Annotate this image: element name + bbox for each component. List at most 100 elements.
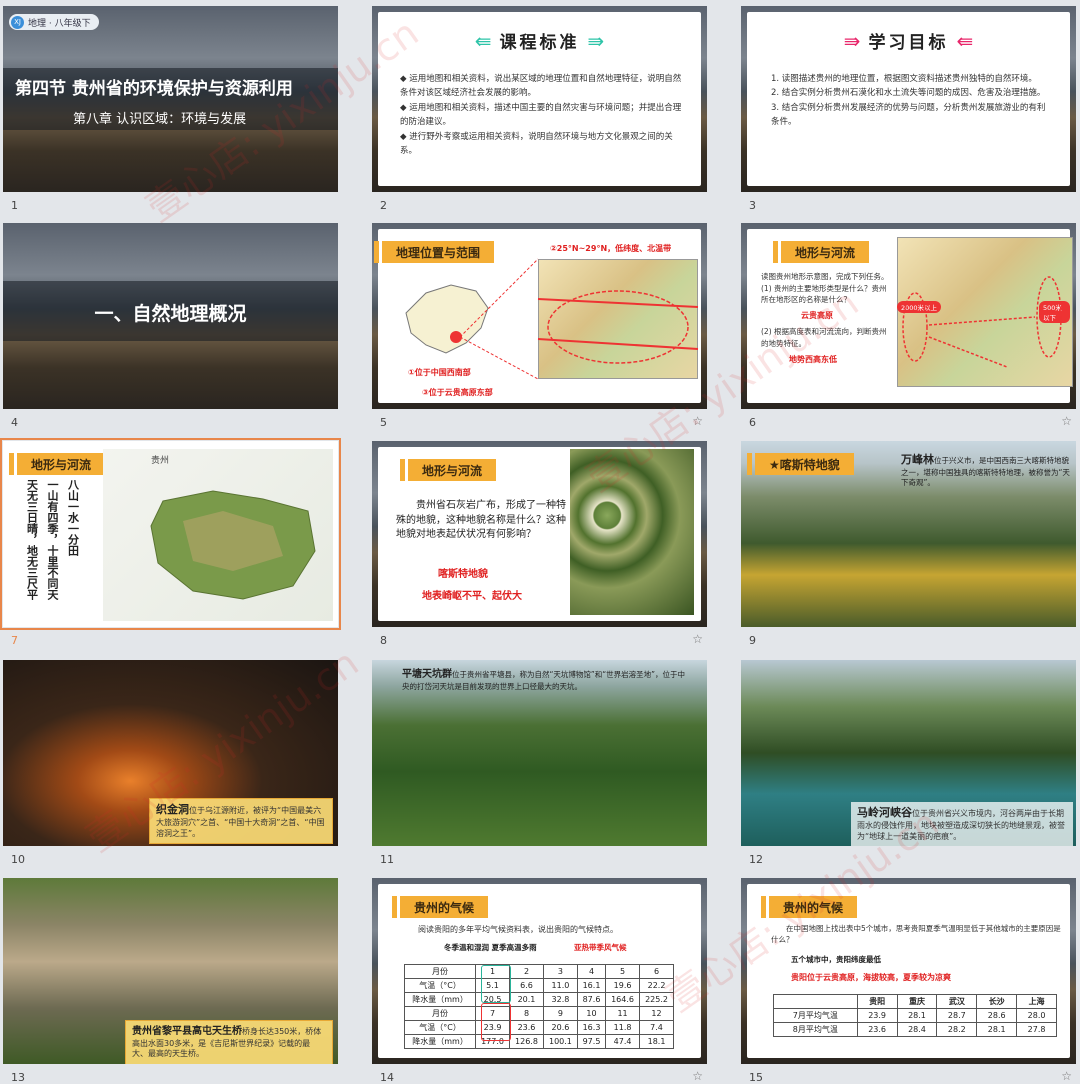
prompt-text: 在中国地图上找出表中5个城市，思考贵阳夏季气温明显低于其他城市的主要原因是什么？ [771,924,1061,944]
caption-title: 织金洞 [156,803,189,816]
slide-number: 7 [11,634,18,647]
table-row: 月份 7 8 9 10 11 12 [403,1006,674,1021]
slide-card: 地形与河流 贵州省石灰岩广布，形成了一种特殊的地貌，这种地貌名称是什么？这种地貌… [378,447,701,621]
table-row: 贵阳 重庆 武汉 长沙 上海 [773,994,1057,1009]
slide-subtitle: 第八章 认识区域：环境与发展 [73,112,247,127]
course-label: 地理 · 八年级下 [28,18,91,29]
section-tab: 地形与河流 [772,241,870,263]
objectives-list: 1. 读图描述贵州的地理位置，根据图文资料描述贵州独特的自然环境。 2. 结合实… [771,72,1047,130]
table-row: 气温（°C） 23.9 23.6 20.6 16.3 11.8 7.4 [403,1020,674,1035]
slide-card: 贵州的气候 阅读贵阳的多年平均气候资料表，说出贵阳的气候特点。 冬季温和湿润 夏… [378,884,701,1058]
standards-list: ◆ 运用地图和相关资料，说出某区域的地理位置和自然地理特征，说明自然条件对该区域… [400,72,682,159]
star-icon[interactable]: ☆ [692,414,703,428]
list-item: ◆ 进行野外考察或运用相关资料，说明自然环境与地方文化景观之间的关系。 [400,131,673,157]
slide-title: 第四节 贵州省的环境保护与资源利用 [15,79,293,99]
slide-number: 10 [11,853,25,866]
guizhou-3d-map [150,490,316,600]
slide-number: 14 [380,1071,394,1084]
slide-heading: 课程标准 [499,33,580,53]
location-note: ①位于中国西南部 [408,368,471,377]
slide-number: 12 [749,853,763,866]
star-icon[interactable]: ☆ [1061,414,1072,428]
header-row: ⇚ 课程标准 ⇛ [378,28,701,54]
hint-b: 亚热带季风气候 [574,943,627,952]
map-label: 贵州 [151,456,170,466]
star-icon[interactable]: ☆ [1061,1069,1072,1083]
slide-number: 15 [749,1071,763,1084]
slide-number: 1 [11,199,18,212]
july-highlight [481,1003,511,1041]
answer-1: 喀斯特地貌 [438,569,488,580]
question-2: (2) 根据高度表和河流流向，判断贵州的地势特征。 [761,327,887,348]
caption: 马岭河峡谷位于贵州省兴义市境内，河谷两岸由于长期雨水的侵蚀作用，地块被塑造成深切… [851,802,1073,846]
slide-card: 贵州的气候 在中国地图上找出表中5个城市，思考贵阳夏季气温明显低于其他城市的主要… [747,884,1070,1058]
arrow-left-icon: ⇚ [956,28,974,53]
question-1: (1) 贵州的主要地形类型是什么？贵州所在地形区的名称是什么？ [761,283,887,305]
section-tab: 地形与河流 [8,453,106,475]
caption-title: 贵州省黎平县高屯天生桥 [132,1026,242,1037]
section-title: 一、自然地理概况 [94,303,247,325]
hint-b: 贵阳位于云贵高原，海拔较高，夏季较为凉爽 [791,973,951,982]
answer-2: 地表崎岖不平、起伏大 [422,591,522,602]
verse-c: 天无三日晴，地无三尺平 [25,479,39,600]
list-item: 1. 读图描述贵州的地理位置，根据图文资料描述贵州独特的自然环境。 [771,74,1037,84]
answer-1: 云贵高原 [801,310,833,320]
star-icon[interactable]: ☆ [692,632,703,646]
slide-number: 8 [380,634,387,647]
caption: 万峰林位于兴义市，是中国西南三大喀斯特地貌之一，堪称中国独具的喀斯特特地理，被称… [901,453,1071,488]
plateau-note: ③位于云贵高原东部 [422,388,493,397]
arrow-left-icon: ⇛ [587,28,605,53]
avatar: XJ [11,15,24,29]
karst-aerial-photo [570,449,694,615]
slide-number: 6 [749,416,756,429]
slide-number: 9 [749,634,756,647]
slide-number: 4 [11,416,18,429]
table-row: 降水量（mm） 20.5 20.1 32.8 87.6 164.6 225.2 [403,992,674,1007]
answer-2: 地势西高东低 [789,354,837,364]
slide-number: 5 [380,416,387,429]
prompt-text: 阅读贵阳的多年平均气候资料表，说出贵阳的气候特点。 [418,925,618,934]
arrow-right-icon: ⇛ [843,28,861,53]
slide-number: 2 [380,199,387,212]
section-tab: 贵州的气候 [760,896,858,918]
arrow-right-icon: ⇚ [474,28,492,53]
caption: 贵州省黎平县高屯天生桥桥身长达350米，桥体高出水面30多米，是《吉尼斯世界纪录… [125,1020,333,1064]
city-temperature-table: 贵阳 重庆 武汉 长沙 上海 7月平均气温 23.9 28.1 28.7 28.6 28.0 8月… [773,994,1057,1037]
table-row: 8月平均气温 23.6 28.4 28.2 28.1 27.8 [773,1022,1057,1037]
slide-card: 地理位置与范围 ②25°N~29°N，低纬度、北温带 ①位于中国西南部 ③位于云… [373,229,701,403]
section-tab: 地形与河流 [399,459,497,481]
list-item: ◆ 运用地图和相关资料，说出某区域的地理位置和自然地理特征，说明自然条件对该区域… [400,74,682,99]
hint-a: 冬季温和湿润 夏季高温多雨 [444,943,537,952]
latitude-note: ②25°N~29°N，低纬度、北温带 [550,244,672,253]
list-item: 2. 结合实例分析贵州石漠化和水土流失等问题的成因、危害及治理措施。 [771,88,1046,99]
star-icon[interactable]: ☆ [692,1069,703,1083]
caption-title: 平塘天坑群 [402,669,452,680]
question-text: 贵州省石灰岩广布，形成了一种特殊的地貌，这种地貌名称是什么？这种地貌对地表起伏状… [396,500,566,540]
slide-number: 13 [11,1071,25,1084]
slide-heading: 学习目标 [868,33,949,53]
slide-card: 地形与河流 读图贵州地形示意图，完成下列任务。 (1) 贵州的主要地形类型是什么… [747,229,1073,403]
flow-arrows [902,276,1062,368]
january-highlight [481,965,511,1003]
caption-title: 万峰林 [901,453,934,466]
table-row: 气温（°C） 5.1 6.6 11.0 16.1 19.6 22.2 [403,978,674,993]
task-text: 读图贵州地形示意图，完成下列任务。 (1) 贵州的主要地形类型是什么？贵州所在地… [761,271,889,366]
list-item: 3. 结合实例分析贵州发展经济的优势与问题，分析贵州发展旅游业的有利条件。 [771,102,1046,128]
section-tab: ★喀斯特地貌 [747,453,854,475]
hint-a: 五个城市中，贵阳纬度最低 [791,955,881,964]
slide-number: 11 [380,853,394,866]
slide-card: ⇚ 课程标准 ⇛ ◆ 运用地图和相关资料，说出某区域的地理位置和自然地理特征，说… [378,12,701,186]
task-intro: 读图贵州地形示意图，完成下列任务。 [761,272,889,281]
course-badge: XJ 地理 · 八年级下 [9,14,99,30]
table-row: 7月平均气温 23.9 28.1 28.7 28.6 28.0 [773,1008,1057,1023]
list-item: ◆ 运用地图和相关资料，描述中国主要的自然灾害与环境问题；并提出合理的防治建议。 [400,102,682,128]
caption: 织金洞位于乌江源附近，被评为“中国最美六大旅游洞穴”之首、“中国十大奇洞”之首、… [149,798,333,845]
table-row: 降水量（mm） 177.0 126.8 100.1 97.5 47.4 18.1 [403,1034,674,1049]
table-row: 月份 1 2 3 4 5 6 [403,964,674,979]
caption: 平塘天坑群位于贵州省平塘县，称为自然“天坑博物馆”和“世界岩溶圣地”，位于中央的… [402,668,692,692]
climate-table: 月份 1 2 3 4 5 6 气温（°C） 5.1 6.6 11.0 16.1 19.6 22.2 降水… [403,964,674,1049]
verse-b: 一山有四季，十里不同天 [46,479,59,600]
slide-card: ⇛ 学习目标 ⇚ 1. 读图描述贵州的地理位置，根据图文资料描述贵州独特的自然环… [747,12,1070,186]
verse-a: 八山一水一分田 [66,479,80,556]
section-tab: 贵州的气候 [391,896,489,918]
